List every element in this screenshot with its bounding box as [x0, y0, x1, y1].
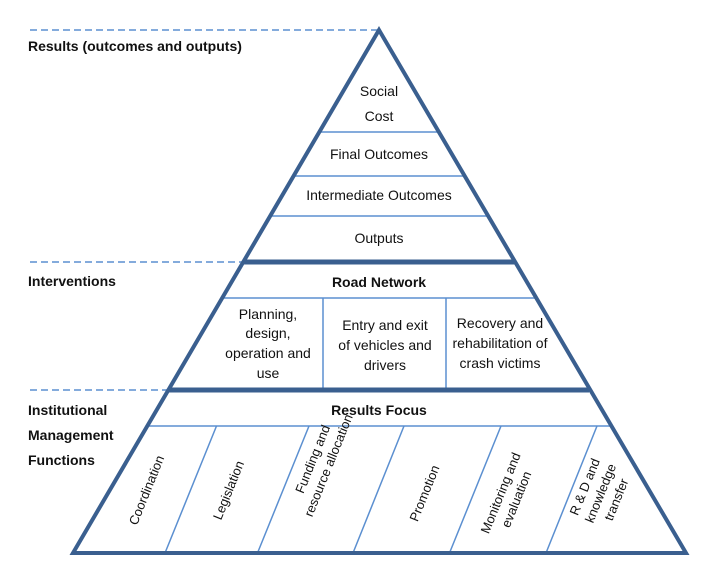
function-promotion: Promotion — [406, 463, 442, 524]
cell-line: use — [257, 365, 280, 381]
slant-divider — [352, 425, 405, 554]
cell-line: crash victims — [460, 355, 541, 371]
intervention-cell-recovery: Recovery and rehabilitation of crash vic… — [453, 315, 548, 371]
function-rnd: R & D andknowledgetransfer — [567, 456, 632, 525]
level-label-interventions: Interventions — [28, 273, 116, 289]
cell-line: Planning, — [239, 306, 297, 322]
tier-social-cost-1: Social — [360, 83, 398, 99]
level-label-institutional-2: Management — [28, 427, 114, 443]
level-label-institutional-1: Institutional — [28, 402, 107, 418]
tier-intermediate-outcomes: Intermediate Outcomes — [306, 187, 452, 203]
function-legislation: Legislation — [210, 459, 247, 522]
cell-line: operation and — [225, 345, 311, 361]
function-label-line: Promotion — [406, 463, 442, 524]
tier-final-outcomes: Final Outcomes — [330, 146, 428, 162]
function-label-line: Legislation — [210, 459, 247, 522]
road-safety-pyramid-diagram: Results (outcomes and outputs) Intervent… — [28, 26, 690, 555]
function-coordination: Coordination — [126, 453, 168, 527]
road-network-header: Road Network — [332, 274, 426, 290]
tier-social-cost-2: Cost — [365, 108, 394, 124]
intervention-cell-planning: Planning, design, operation and use — [225, 306, 311, 381]
slant-divider — [164, 425, 218, 554]
cell-line: Recovery and — [457, 315, 543, 331]
cell-line: drivers — [364, 357, 406, 373]
cell-line: rehabilitation of — [453, 335, 548, 351]
intervention-cell-entry-exit: Entry and exit of vehicles and drivers — [338, 317, 431, 373]
level-label-institutional-3: Functions — [28, 452, 95, 468]
level-dividers — [30, 29, 379, 391]
function-funding: Funding andresource allocation — [292, 412, 356, 519]
cell-line: of vehicles and — [338, 337, 431, 353]
function-monitoring: Monitoring andevaluation — [478, 450, 535, 535]
level-label-results: Results (outcomes and outputs) — [28, 38, 242, 54]
cell-line: Entry and exit — [342, 317, 428, 333]
tier-outputs: Outputs — [354, 230, 403, 246]
cell-line: design, — [245, 325, 290, 341]
function-label-line: Coordination — [126, 453, 168, 527]
